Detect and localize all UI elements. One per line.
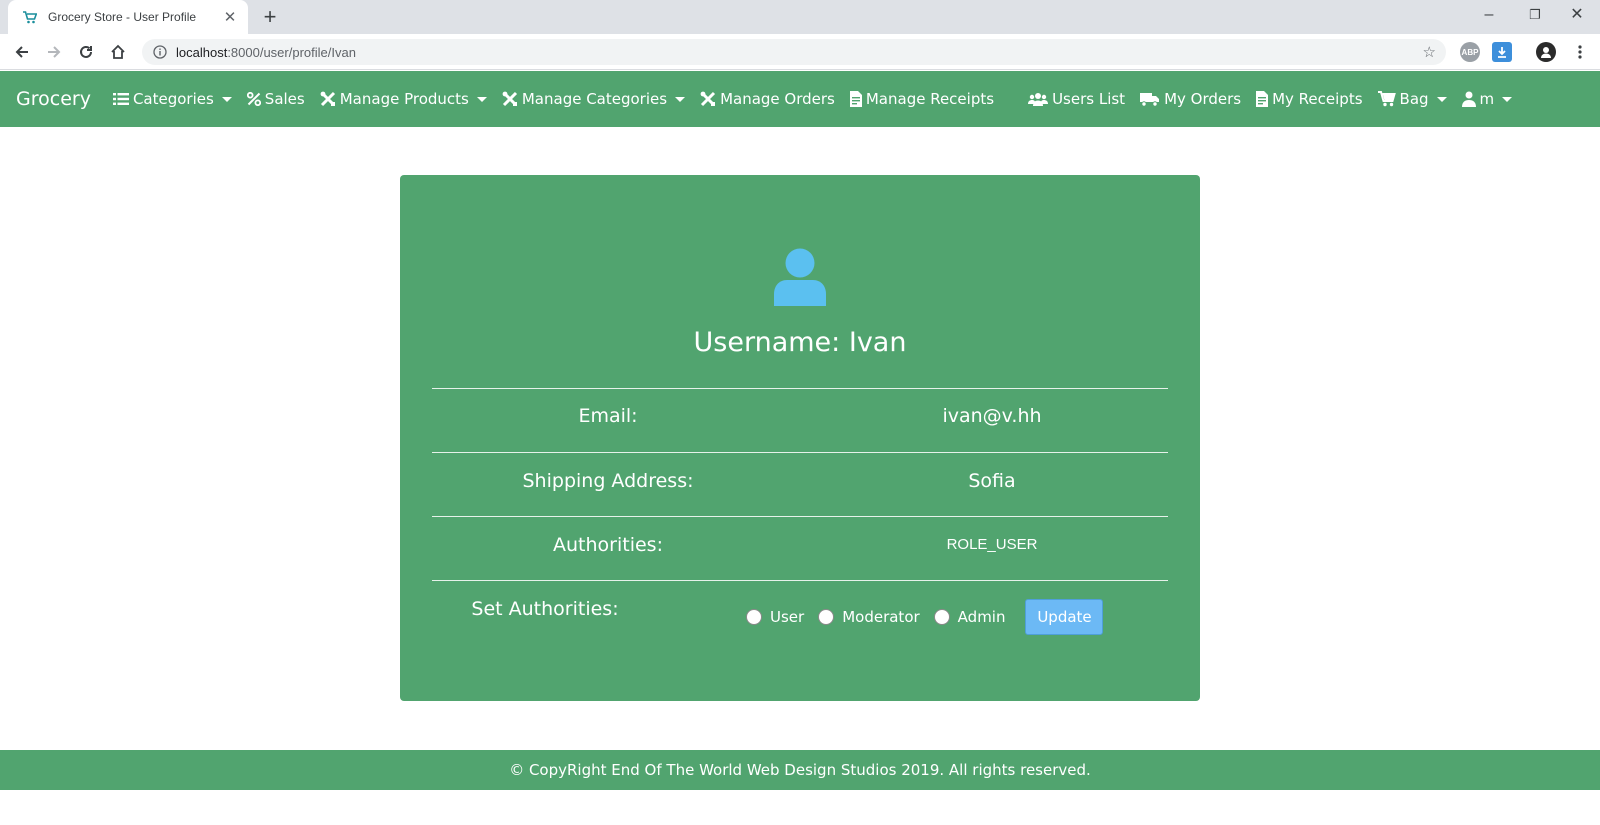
tab-title: Grocery Store - User Profile: [48, 10, 197, 24]
nav-users-list-label: Users List: [1052, 90, 1126, 108]
divider: [432, 516, 1168, 517]
nav-manage-categories-label: Manage Categories: [521, 90, 668, 108]
browser-tabstrip: Grocery Store - User Profile ✕ + – ❐ ✕: [0, 0, 1600, 34]
profile-card: Username: Ivan Email: ivan@v.hh Shipping…: [400, 175, 1200, 701]
nav-manage-products-label: Manage Products: [339, 90, 469, 108]
file-invoice-icon: [849, 91, 862, 107]
nav-manage-products[interactable]: Manage Products: [320, 90, 487, 108]
nav-manage-orders[interactable]: Manage Orders: [700, 90, 835, 108]
browser-menu-icon[interactable]: [1566, 38, 1594, 66]
nav-my-receipts[interactable]: My Receipts: [1256, 90, 1363, 108]
nav-my-receipts-label: My Receipts: [1272, 90, 1363, 108]
url-text: localhost:8000/user/profile/Ivan: [176, 44, 356, 60]
truck-icon: [1140, 92, 1160, 107]
tools-icon: [502, 91, 517, 107]
update-button[interactable]: Update: [1025, 599, 1104, 635]
forward-icon[interactable]: [40, 38, 68, 66]
divider: [432, 452, 1168, 453]
tools-icon: [320, 91, 335, 107]
brand-link[interactable]: Grocery: [16, 88, 91, 110]
chevron-down-icon: [675, 96, 686, 102]
tab-close-icon[interactable]: ✕: [222, 8, 238, 26]
minimize-icon[interactable]: –: [1466, 0, 1512, 30]
radio-user-label: User: [770, 608, 805, 626]
cart-favicon-icon: [22, 9, 38, 25]
tools-icon: [700, 91, 716, 107]
username-label: Username:: [693, 327, 841, 358]
authorities-value: ROLE_USER: [946, 536, 1038, 553]
radio-moderator[interactable]: [818, 609, 835, 625]
divider: [432, 580, 1168, 581]
reload-icon[interactable]: [72, 38, 100, 66]
chevron-down-icon: [476, 96, 487, 102]
radio-admin[interactable]: [933, 609, 950, 625]
nav-manage-receipts-label: Manage Receipts: [865, 90, 995, 108]
nav-categories-label: Categories: [132, 90, 214, 108]
restore-icon[interactable]: ❐: [1512, 0, 1558, 30]
radio-user[interactable]: [746, 609, 762, 625]
address-bar[interactable]: localhost:8000/user/profile/Ivan ☆: [142, 39, 1446, 65]
users-icon: [1028, 93, 1049, 106]
nav-user-menu[interactable]: m: [1461, 90, 1513, 108]
nav-user-menu-label: m: [1479, 90, 1495, 108]
footer-copyright: © CopyRight End Of The World Web Design …: [509, 761, 1091, 779]
chevron-down-icon: [1502, 96, 1513, 102]
email-value: ivan@v.hh: [942, 405, 1042, 427]
shipping-address-value: Sofia: [968, 470, 1016, 492]
back-icon[interactable]: [8, 38, 36, 66]
site-info-icon[interactable]: [152, 44, 168, 60]
close-window-icon[interactable]: ✕: [1554, 0, 1600, 30]
email-label: Email:: [578, 405, 638, 427]
nav-my-orders-label: My Orders: [1164, 90, 1242, 108]
profile-avatar-icon[interactable]: [1536, 42, 1556, 62]
adblock-extension-icon[interactable]: ABP: [1460, 42, 1480, 62]
download-extension-icon[interactable]: [1492, 42, 1512, 62]
divider: [432, 388, 1168, 389]
nav-sales-label: Sales: [264, 90, 305, 108]
radio-moderator-label: Moderator: [842, 608, 920, 626]
bookmark-star-icon[interactable]: ☆: [1423, 43, 1436, 61]
list-icon: [112, 93, 129, 105]
cart-icon: [1377, 91, 1396, 107]
main-navbar: Grocery Categories Sales Manage Products…: [0, 71, 1600, 127]
nav-categories[interactable]: Categories: [112, 90, 232, 108]
nav-manage-orders-label: Manage Orders: [720, 90, 835, 108]
browser-tab[interactable]: Grocery Store - User Profile ✕: [8, 0, 248, 34]
chevron-down-icon: [221, 96, 232, 102]
nav-manage-categories[interactable]: Manage Categories: [502, 90, 686, 108]
browser-toolbar: localhost:8000/user/profile/Ivan ☆ ABP: [0, 34, 1600, 70]
authorities-label: Authorities:: [553, 534, 663, 556]
username-heading: Username: Ivan: [400, 327, 1200, 358]
nav-bag[interactable]: Bag: [1377, 90, 1447, 108]
nav-bag-label: Bag: [1399, 90, 1429, 108]
nav-manage-receipts[interactable]: Manage Receipts: [849, 90, 995, 108]
home-icon[interactable]: [104, 38, 132, 66]
file-invoice-icon: [1256, 91, 1269, 107]
nav-sales[interactable]: Sales: [246, 90, 305, 108]
radio-admin-label: Admin: [957, 608, 1006, 626]
page-footer: © CopyRight End Of The World Web Design …: [0, 750, 1600, 790]
nav-my-orders[interactable]: My Orders: [1140, 90, 1241, 108]
set-authorities-label: Set Authorities:: [471, 598, 619, 620]
username-value: Ivan: [848, 327, 907, 358]
set-authorities-form: User Moderator Admin Update: [746, 599, 1104, 635]
shipping-address-label: Shipping Address:: [522, 470, 694, 492]
nav-users-list[interactable]: Users List: [1028, 90, 1125, 108]
chevron-down-icon: [1436, 96, 1447, 102]
user-icon: [1461, 91, 1476, 107]
percent-icon: [246, 92, 261, 106]
user-avatar-icon: [774, 248, 826, 306]
new-tab-button[interactable]: +: [258, 4, 282, 30]
